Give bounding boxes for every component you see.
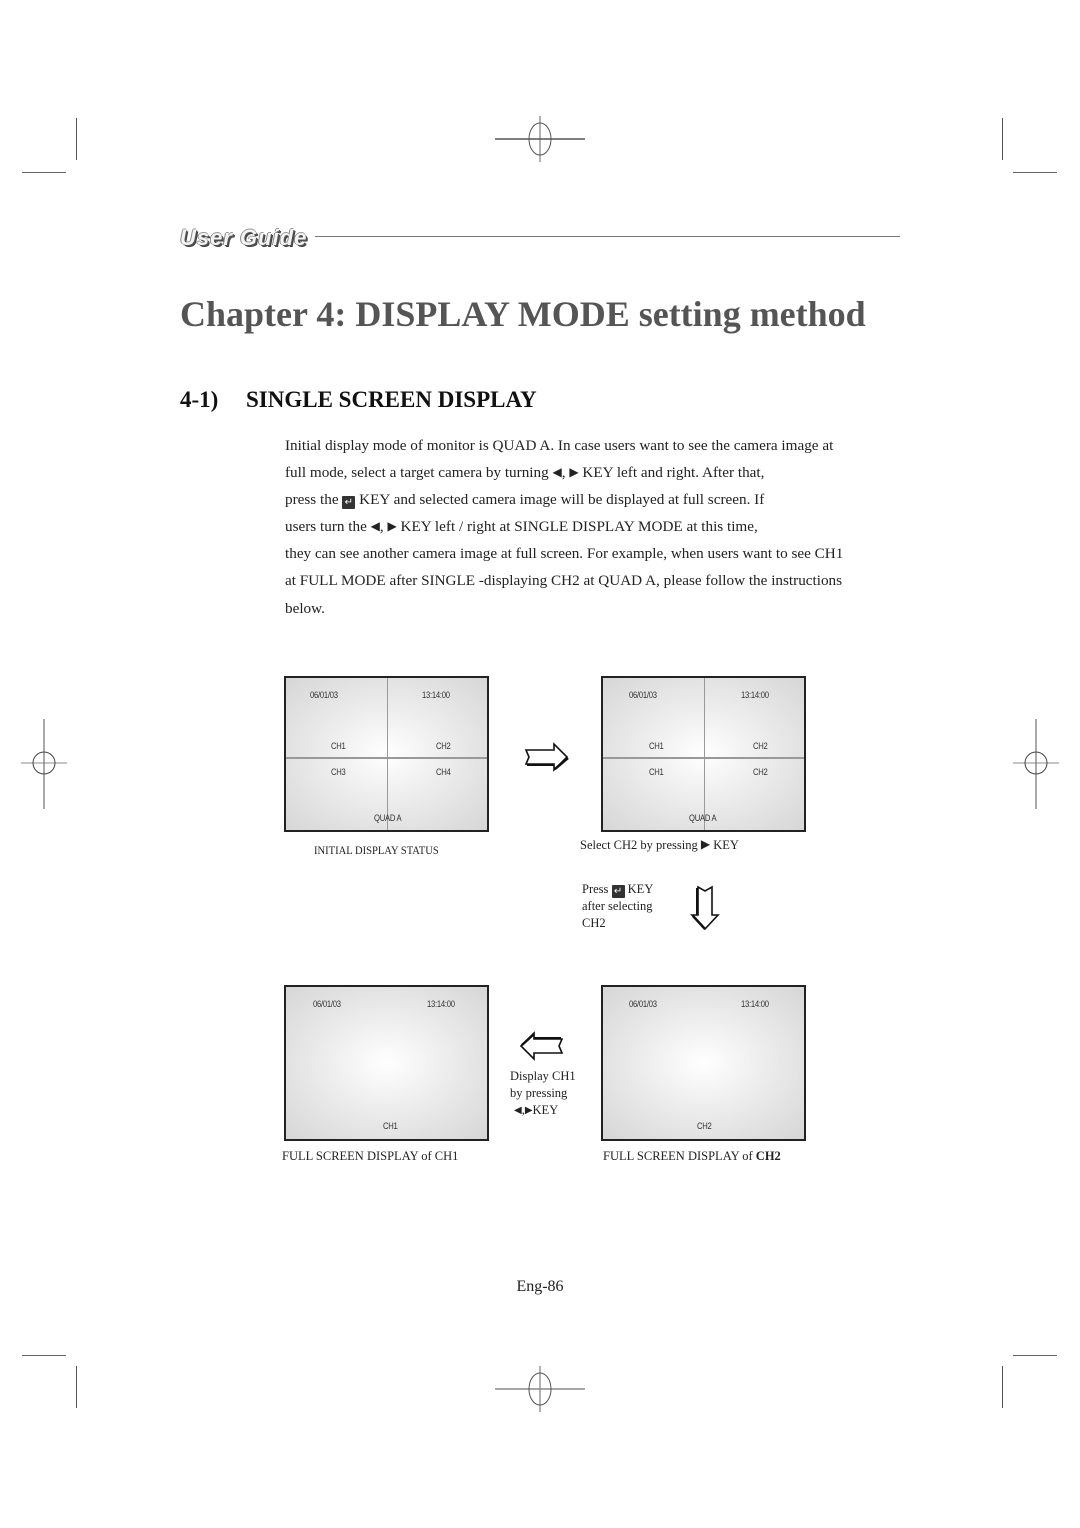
- left-arrow-key-icon: ◀: [552, 465, 562, 480]
- body-line: Initial display mode of monitor is QUAD …: [285, 437, 834, 454]
- note-line: Press ↵ KEY: [582, 881, 653, 898]
- note-text: KEY: [532, 1103, 559, 1117]
- body-text-segment: press the: [285, 491, 343, 509]
- body-line: at FULL MODE after SINGLE -displaying CH…: [285, 572, 843, 590]
- enter-key-icon: ↵: [342, 496, 356, 510]
- channel-label: CH1: [383, 1121, 398, 1131]
- panel-caption-initial: INITIAL DISPLAY STATUS: [314, 843, 439, 857]
- note-line: by pressing: [510, 1086, 568, 1100]
- chapter-title: Chapter 4: DISPLAY MODE setting method: [180, 294, 866, 334]
- body-line: they can see another camera image at ful…: [285, 545, 844, 563]
- body-text-segment: KEY left / right at SINGLE DISPLAY MODE …: [396, 518, 758, 536]
- body-text-segment: KEY and selected camera image will be di…: [355, 491, 765, 509]
- time-readout: 13:14:00: [422, 690, 450, 700]
- crop-mark-top-left-v: [76, 118, 77, 160]
- registration-mark-right-icon: [1013, 719, 1059, 809]
- left-arrow-key-icon: ◀: [514, 1105, 522, 1116]
- right-arrow-key-icon: ▶: [387, 519, 397, 534]
- right-arrow-key-icon: ▶: [700, 837, 711, 851]
- display-mode-label: QUAD A: [374, 813, 402, 823]
- quad-divider-vertical: [386, 678, 388, 830]
- header-rule: [315, 236, 900, 237]
- caption-text: FULL SCREEN DISPLAY of: [603, 1149, 756, 1163]
- right-arrow-key-icon: ▶: [524, 1105, 533, 1116]
- crop-mark-top-right-h: [1013, 172, 1057, 173]
- panel-caption-full-ch2: FULL SCREEN DISPLAY of CH2: [603, 1149, 781, 1164]
- enter-key-icon: ↵: [611, 885, 625, 898]
- quad-label-ch2: CH2: [753, 767, 768, 777]
- note-text: Press: [582, 882, 612, 896]
- section-number: 4-1): [180, 387, 219, 412]
- display-mode-label: QUAD A: [689, 813, 717, 823]
- crop-mark-bottom-left-h: [22, 1355, 66, 1356]
- caption-text: KEY: [713, 838, 739, 852]
- note-line: CH2: [582, 916, 606, 930]
- date-readout: 06/01/03: [310, 690, 338, 700]
- body-line: full mode, select a target camera by tur…: [285, 459, 895, 486]
- crop-mark-top-right-v: [1002, 118, 1003, 160]
- registration-mark-top-icon: [495, 116, 585, 162]
- caption-text-bold: CH2: [755, 1149, 781, 1163]
- quad-divider-vertical: [703, 678, 705, 830]
- body-text-segment: full mode, select a target camera by tur…: [285, 464, 553, 482]
- note-line: Display CH1: [510, 1069, 576, 1083]
- registration-mark-left-icon: [21, 719, 67, 809]
- arrow-right-icon: [524, 742, 570, 777]
- quad-label-ch2: CH2: [436, 741, 451, 751]
- arrow-left-icon: [518, 1031, 564, 1066]
- quad-label-ch4: CH4: [436, 767, 451, 777]
- time-readout: 13:14:00: [427, 999, 455, 1009]
- crop-mark-top-left-h: [22, 172, 66, 173]
- page-number: Eng-86: [516, 1278, 564, 1295]
- body-paragraph: Initial display mode of monitor is QUAD …: [285, 432, 895, 622]
- registration-mark-bottom-icon: [495, 1366, 585, 1412]
- monitor-full-ch1: 06/01/03 13:14:00 CH1: [284, 985, 489, 1141]
- crop-mark-bottom-left-v: [76, 1366, 77, 1408]
- crop-mark-bottom-right-h: [1013, 1355, 1057, 1356]
- monitor-initial-quad: 06/01/03 13:14:00 CH1 CH2 CH3 CH4 QUAD A: [284, 676, 489, 832]
- note-line: ◀,▶KEY: [510, 1102, 576, 1119]
- time-readout: 13:14:00: [741, 999, 769, 1009]
- time-readout: 13:14:00: [741, 690, 769, 700]
- body-line: users turn the ◀, ▶ KEY left / right at …: [285, 513, 895, 540]
- step-note-press-enter: Press ↵ KEY after selecting CH2: [582, 881, 653, 932]
- note-line: after selecting: [582, 899, 653, 913]
- section-heading: 4-1) SINGLE SCREEN DISPLAY: [180, 384, 537, 416]
- section-title: SINGLE SCREEN DISPLAY: [246, 387, 537, 412]
- panel-caption-select-ch2: Select CH2 by pressing ▶ KEY: [580, 837, 739, 853]
- quad-divider-horizontal: [603, 757, 804, 759]
- comma: ,: [379, 518, 384, 536]
- right-arrow-key-icon: ▶: [569, 465, 579, 480]
- step-note-display-ch1: Display CH1 by pressing ◀,▶KEY: [510, 1068, 576, 1119]
- channel-label: CH2: [697, 1121, 712, 1131]
- quad-label-ch2: CH2: [753, 741, 768, 751]
- quad-label-ch3: CH3: [331, 767, 346, 777]
- date-readout: 06/01/03: [629, 690, 657, 700]
- monitor-select-ch2: 06/01/03 13:14:00 CH1 CH2 CH1 CH2 QUAD A: [601, 676, 806, 832]
- arrow-down-icon: [690, 885, 720, 936]
- quad-divider-horizontal: [286, 757, 487, 759]
- quad-label-ch1: CH1: [331, 741, 346, 751]
- body-text-segment: users turn the: [285, 518, 371, 536]
- note-text: KEY: [624, 882, 654, 896]
- quad-label-ch1: CH1: [649, 741, 664, 751]
- user-guide-logo: User Guide: [180, 225, 308, 250]
- caption-text: Select CH2 by pressing: [580, 838, 701, 852]
- crop-mark-bottom-right-v: [1002, 1366, 1003, 1408]
- body-line: below.: [285, 599, 325, 617]
- body-line: press the ↵ KEY and selected camera imag…: [285, 486, 895, 513]
- panel-caption-full-ch1: FULL SCREEN DISPLAY of CH1: [282, 1149, 459, 1163]
- date-readout: 06/01/03: [629, 999, 657, 1009]
- quad-label-ch1: CH1: [649, 767, 664, 777]
- comma: ,: [561, 464, 566, 482]
- date-readout: 06/01/03: [313, 999, 341, 1009]
- body-text-segment: KEY left and right. After that,: [578, 464, 765, 482]
- left-arrow-key-icon: ◀: [370, 519, 380, 534]
- monitor-full-ch2: 06/01/03 13:14:00 CH2: [601, 985, 806, 1141]
